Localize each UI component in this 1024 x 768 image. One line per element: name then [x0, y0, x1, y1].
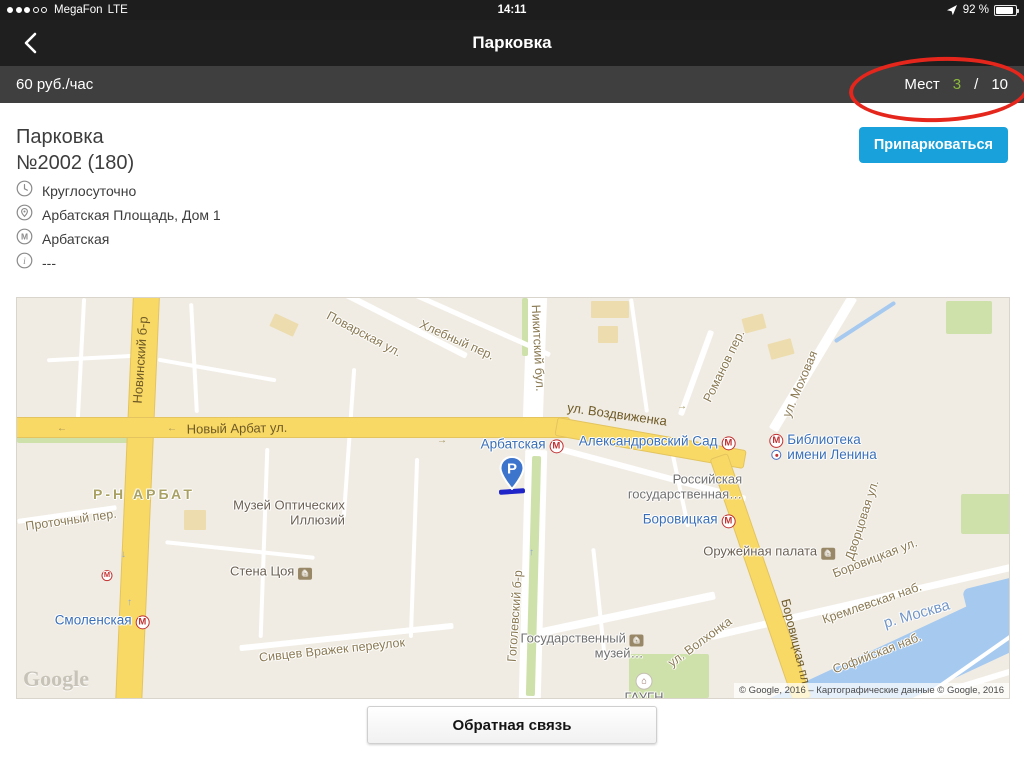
building-block — [184, 510, 206, 530]
road — [342, 368, 356, 518]
spots-free-value: 3 — [953, 76, 961, 93]
metro-station-icon: М — [549, 440, 563, 454]
road-direction-arrow: ↓ — [121, 550, 126, 560]
metro-station-icon: М — [102, 570, 113, 581]
map-label: Смоленская М — [55, 612, 150, 629]
park-area — [961, 494, 1010, 534]
metro-station-icon: М — [135, 616, 149, 630]
spots-separator: / — [974, 76, 978, 93]
location-pin-icon — [16, 204, 33, 226]
svg-text:М: М — [21, 231, 28, 241]
building-block — [767, 338, 794, 360]
info-bar: 60 руб./час Мест 3 / 10 — [0, 66, 1024, 103]
building-block — [598, 326, 618, 343]
detail-row: i --- — [16, 254, 221, 271]
landmark-icon: ⌂ — [821, 547, 835, 559]
map-label: ул. Моховая — [780, 349, 821, 420]
google-watermark: Google — [23, 666, 89, 692]
detail-text: Круглосуточно — [42, 183, 136, 199]
road — [409, 458, 419, 638]
map-label: Российскаягосударственная… — [628, 472, 742, 501]
road — [259, 448, 270, 638]
battery-icon — [994, 5, 1017, 16]
map-icon: М — [102, 569, 113, 581]
detail-row: Круглосуточно — [16, 182, 221, 199]
detail-text: Арбатская Площадь, Дом 1 — [42, 207, 221, 223]
university-icon: ⌂ — [636, 673, 653, 690]
metro-icon: М — [16, 228, 33, 250]
park-button[interactable]: Припарковаться — [859, 127, 1008, 163]
detail-row: Арбатская Площадь, Дом 1 — [16, 206, 221, 223]
transit-stop-icon — [771, 450, 781, 460]
road — [165, 540, 315, 560]
feedback-button[interactable]: Обратная связь — [367, 706, 657, 744]
major-road-novy-arbat — [16, 418, 569, 437]
poi-icon: ⌂ — [298, 567, 312, 579]
spots-counter: Мест 3 / 10 — [904, 76, 1008, 93]
road-direction-arrow: → — [437, 436, 447, 446]
clock-label: 14:11 — [0, 4, 1024, 16]
map-label: Александровский Сад М — [579, 433, 736, 450]
building-block — [741, 313, 766, 333]
price-label: 60 руб./час — [16, 76, 93, 93]
metro-station-icon: М — [721, 515, 735, 529]
parking-details-list: Круглосуточно Арбатская Площадь, Дом 1 М Ар… — [16, 182, 221, 271]
parking-title: Парковка №2002 (180) — [16, 124, 134, 176]
building-block — [591, 301, 629, 318]
road-direction-arrow: ↑ — [127, 598, 132, 608]
map-label: Стена Цоя ⌂ — [230, 565, 312, 580]
navigation-bar: Парковка — [0, 20, 1024, 66]
detail-row: М Арбатская — [16, 230, 221, 247]
map-copyright: © Google, 2016 – Картографические данные… — [734, 683, 1009, 698]
svg-text:i: i — [23, 257, 26, 267]
metro-station-icon: М — [721, 437, 735, 451]
map-label: Государственный ⌂музей… — [520, 631, 643, 660]
spots-label: Мест — [904, 76, 939, 93]
map-label: Р-Н АРБАТ — [93, 487, 195, 503]
page-title: Парковка — [0, 20, 1024, 66]
map-label: Арбатская М — [481, 436, 564, 453]
parking-marker-icon[interactable]: P — [499, 456, 525, 490]
map-label: ⌂ГАУГН — [625, 673, 664, 699]
road — [158, 358, 277, 383]
spots-total-value: 10 — [991, 76, 1008, 93]
map-label: МБиблиотекаимени Ленина — [769, 432, 876, 462]
road-direction-arrow: ↑ — [529, 548, 534, 558]
info-icon: i — [16, 252, 33, 274]
road — [629, 298, 649, 412]
map-label: Оружейная палата ⌂ — [703, 545, 835, 560]
landmark-icon: ⌂ — [630, 634, 644, 646]
road-direction-arrow: ← — [167, 424, 177, 434]
map-label: Новый Арбат ул. — [187, 421, 288, 437]
map-label: Музей ОптическихИллюзий — [233, 498, 345, 527]
clock-icon — [16, 180, 33, 202]
road — [47, 354, 137, 363]
detail-text: Арбатская — [42, 231, 109, 247]
status-bar: MegaFon LTE 14:11 92 % — [0, 0, 1024, 20]
road — [189, 303, 199, 413]
detail-text: --- — [42, 255, 56, 271]
park-area — [946, 301, 992, 334]
metro-station-icon: М — [769, 434, 783, 448]
map-label: Боровицкая М — [643, 511, 736, 528]
building-block — [269, 313, 298, 337]
svg-text:P: P — [507, 461, 517, 478]
road-direction-arrow: → — [677, 402, 687, 412]
road-direction-arrow: ← — [57, 424, 67, 434]
map-canvas[interactable]: P Google © Google, 2016 – Картографическ… — [16, 297, 1010, 699]
